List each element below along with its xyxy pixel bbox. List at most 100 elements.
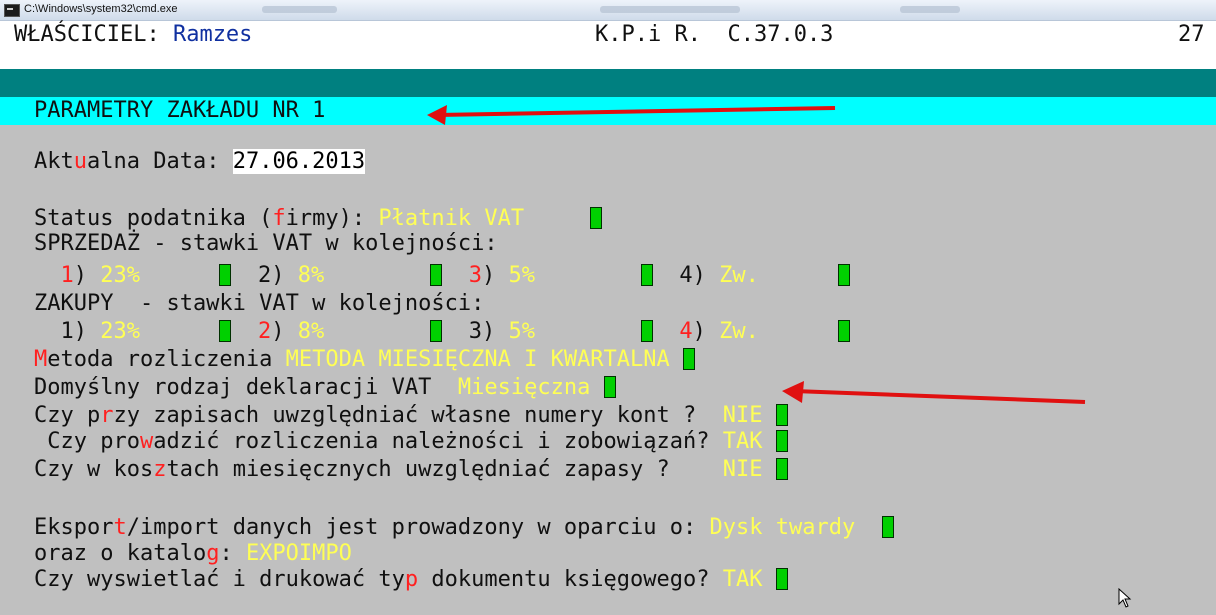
sales-rate-4-checkbox[interactable] bbox=[838, 263, 851, 286]
header-bar: WŁAŚCICIEL: Ramzes K.P.i R. C.37.0.3 27 bbox=[0, 21, 1216, 69]
window-titlebar[interactable]: C:\Windows\system32\cmd.exe bbox=[0, 0, 1216, 21]
doctype-label-a: Czy wyswietlać i drukować ty bbox=[34, 567, 405, 592]
program-name: K.P.i R. bbox=[595, 22, 701, 47]
purchases-heading: ZAKUPY - stawki VAT w kolejności: bbox=[34, 291, 485, 316]
accounts-label-hotkey: r bbox=[100, 403, 114, 428]
export-value[interactable]: Dysk twardy bbox=[710, 515, 856, 540]
sales-rate-2-num: 2 bbox=[257, 263, 272, 288]
status-label-b: irmy): bbox=[285, 206, 366, 231]
status-checkbox[interactable] bbox=[590, 206, 603, 229]
blurred-tab-1 bbox=[262, 6, 337, 13]
purchase-rate-2-checkbox[interactable] bbox=[430, 319, 443, 342]
catalog-label-b: : bbox=[219, 541, 233, 566]
method-label-hotkey: M bbox=[34, 347, 48, 372]
sales-rates-row: 1) 23% 2) 8% 3) 5% 4) Zw. bbox=[34, 262, 851, 290]
purchase-rate-4-checkbox[interactable] bbox=[838, 319, 851, 342]
stock-label-hotkey: z bbox=[153, 457, 167, 482]
method-value[interactable]: METODA MIESIĘCZNA I KWARTALNA bbox=[286, 347, 670, 372]
doctype-checkbox[interactable] bbox=[775, 567, 788, 590]
purchase-rate-4-num: 4 bbox=[679, 319, 693, 344]
accounts-row: Czy przy zapisach uwzględniać własne num… bbox=[34, 402, 788, 430]
sales-rate-2-checkbox[interactable] bbox=[430, 263, 443, 286]
purchase-rate-2[interactable]: 8% bbox=[298, 319, 325, 344]
method-label: etoda rozliczenia bbox=[47, 347, 273, 372]
receivables-label-b: adzić rozliczenia należności i zobowiąza… bbox=[153, 429, 710, 454]
stock-checkbox[interactable] bbox=[775, 457, 788, 480]
accounts-value[interactable]: NIE bbox=[723, 403, 763, 428]
date-label-hotkey: u bbox=[73, 149, 87, 174]
purchase-rate-1-checkbox[interactable] bbox=[219, 319, 232, 342]
export-row: Eksport/import danych jest prowadzony w … bbox=[34, 514, 894, 542]
date-field[interactable]: 27.06.2013 bbox=[232, 149, 366, 174]
sales-rate-3[interactable]: 5% bbox=[508, 263, 535, 288]
sales-rate-4-num: 4 bbox=[679, 263, 693, 288]
annotation-arrow-declaration bbox=[782, 381, 1086, 404]
declaration-label: Domyślny rodzaj deklaracji VAT bbox=[34, 375, 432, 400]
program-line: K.P.i R. C.37.0.3 bbox=[595, 21, 833, 49]
receivables-row: Czy prowadzić rozliczenia należności i z… bbox=[34, 428, 788, 456]
export-checkbox[interactable] bbox=[881, 515, 894, 538]
method-checkbox[interactable] bbox=[683, 347, 696, 370]
stock-row: Czy w kosztach miesięcznych uwzględniać … bbox=[34, 456, 788, 484]
teal-bar bbox=[0, 69, 1216, 97]
doctype-value[interactable]: TAK bbox=[723, 567, 763, 592]
program-version: C.37.0.3 bbox=[727, 22, 834, 47]
sales-rate-1-checkbox[interactable] bbox=[219, 263, 232, 286]
purchase-rate-3[interactable]: 5% bbox=[508, 319, 535, 344]
catalog-value[interactable]: EXPOIMPO bbox=[246, 541, 352, 566]
sales-rate-3-checkbox[interactable] bbox=[640, 263, 653, 286]
export-label-hotkey: t bbox=[113, 515, 127, 540]
sales-heading: SPRZEDAŻ - stawki VAT w kolejności: bbox=[34, 231, 498, 256]
receivables-label-hotkey: w bbox=[139, 429, 154, 454]
window-title: C:\Windows\system32\cmd.exe bbox=[24, 3, 178, 15]
purchase-rate-2-num: 2 bbox=[257, 319, 272, 344]
status-row: Status podatnika (firmy): Płatnik VAT bbox=[34, 205, 603, 233]
sales-rate-1[interactable]: 23% bbox=[100, 263, 140, 288]
status-value[interactable]: Płatnik VAT bbox=[378, 206, 524, 231]
sales-rate-1-num: 1 bbox=[60, 263, 74, 288]
receivables-label-a: Czy pro bbox=[34, 429, 140, 454]
export-label-b: /import danych jest prowadzony w oparciu… bbox=[126, 515, 697, 540]
owner-name: Ramzes bbox=[172, 22, 253, 47]
catalog-label-a: oraz o katalo bbox=[34, 541, 207, 566]
declaration-checkbox[interactable] bbox=[603, 375, 616, 398]
doctype-label-hotkey: p bbox=[404, 567, 419, 592]
sales-rate-2[interactable]: 8% bbox=[298, 263, 325, 288]
status-label-a: Status podatnika ( bbox=[34, 206, 273, 231]
method-row: Metoda rozliczenia METODA MIESIĘCZNA I K… bbox=[34, 346, 696, 374]
purchase-rate-1[interactable]: 23% bbox=[100, 319, 140, 344]
stock-label-a: Czy w kos bbox=[34, 457, 154, 482]
purchase-rate-1-num: 1 bbox=[60, 319, 74, 344]
section-title: PARAMETRY ZAKŁADU NR 1 bbox=[34, 98, 326, 123]
annotation-arrow-section bbox=[427, 105, 836, 125]
catalog-label-hotkey: g bbox=[206, 541, 220, 566]
receivables-value[interactable]: TAK bbox=[723, 429, 763, 454]
export-label-a: Ekspor bbox=[34, 515, 114, 540]
date-label-a: Akt bbox=[34, 149, 74, 174]
doctype-row: Czy wyswietlać i drukować typ dokumentu … bbox=[34, 566, 788, 594]
catalog-row: oraz o katalog: EXPOIMPO bbox=[34, 540, 352, 568]
date-label-b: alna Data: bbox=[87, 149, 220, 174]
sales-rate-4[interactable]: Zw. bbox=[719, 263, 759, 288]
accounts-label-a: Czy p bbox=[34, 403, 101, 428]
declaration-row: Domyślny rodzaj deklaracji VAT Miesięczn… bbox=[34, 374, 616, 402]
mouse-pointer-icon bbox=[1118, 588, 1132, 608]
owner-line: WŁAŚCICIEL: Ramzes bbox=[14, 21, 252, 49]
purchase-rate-4[interactable]: Zw. bbox=[719, 319, 759, 344]
status-label-hotkey: f bbox=[272, 206, 286, 231]
purchase-rate-3-checkbox[interactable] bbox=[640, 319, 653, 342]
accounts-label-b: zy zapisach uwzględniać własne numery ko… bbox=[113, 403, 697, 428]
blurred-tab-2 bbox=[600, 6, 740, 13]
date-row: Aktualna Data: 27.06.2013 bbox=[34, 148, 366, 176]
stock-label-b: tach miesięcznych uwzględniać zapasy ? bbox=[166, 457, 670, 482]
sales-rate-3-num: 3 bbox=[468, 263, 482, 288]
purchase-rate-3-num: 3 bbox=[468, 319, 482, 344]
stock-value[interactable]: NIE bbox=[723, 457, 763, 482]
doctype-label-b: dokumentu księgowego? bbox=[418, 567, 710, 592]
receivables-checkbox[interactable] bbox=[775, 429, 788, 452]
purchases-rates-row: 1) 23% 2) 8% 3) 5% 4) Zw. bbox=[34, 318, 851, 346]
cmd-icon bbox=[4, 4, 20, 17]
declaration-value[interactable]: Miesięczna bbox=[458, 375, 590, 400]
page-number: 27 bbox=[1178, 22, 1205, 47]
owner-label: WŁAŚCICIEL: bbox=[14, 22, 160, 47]
